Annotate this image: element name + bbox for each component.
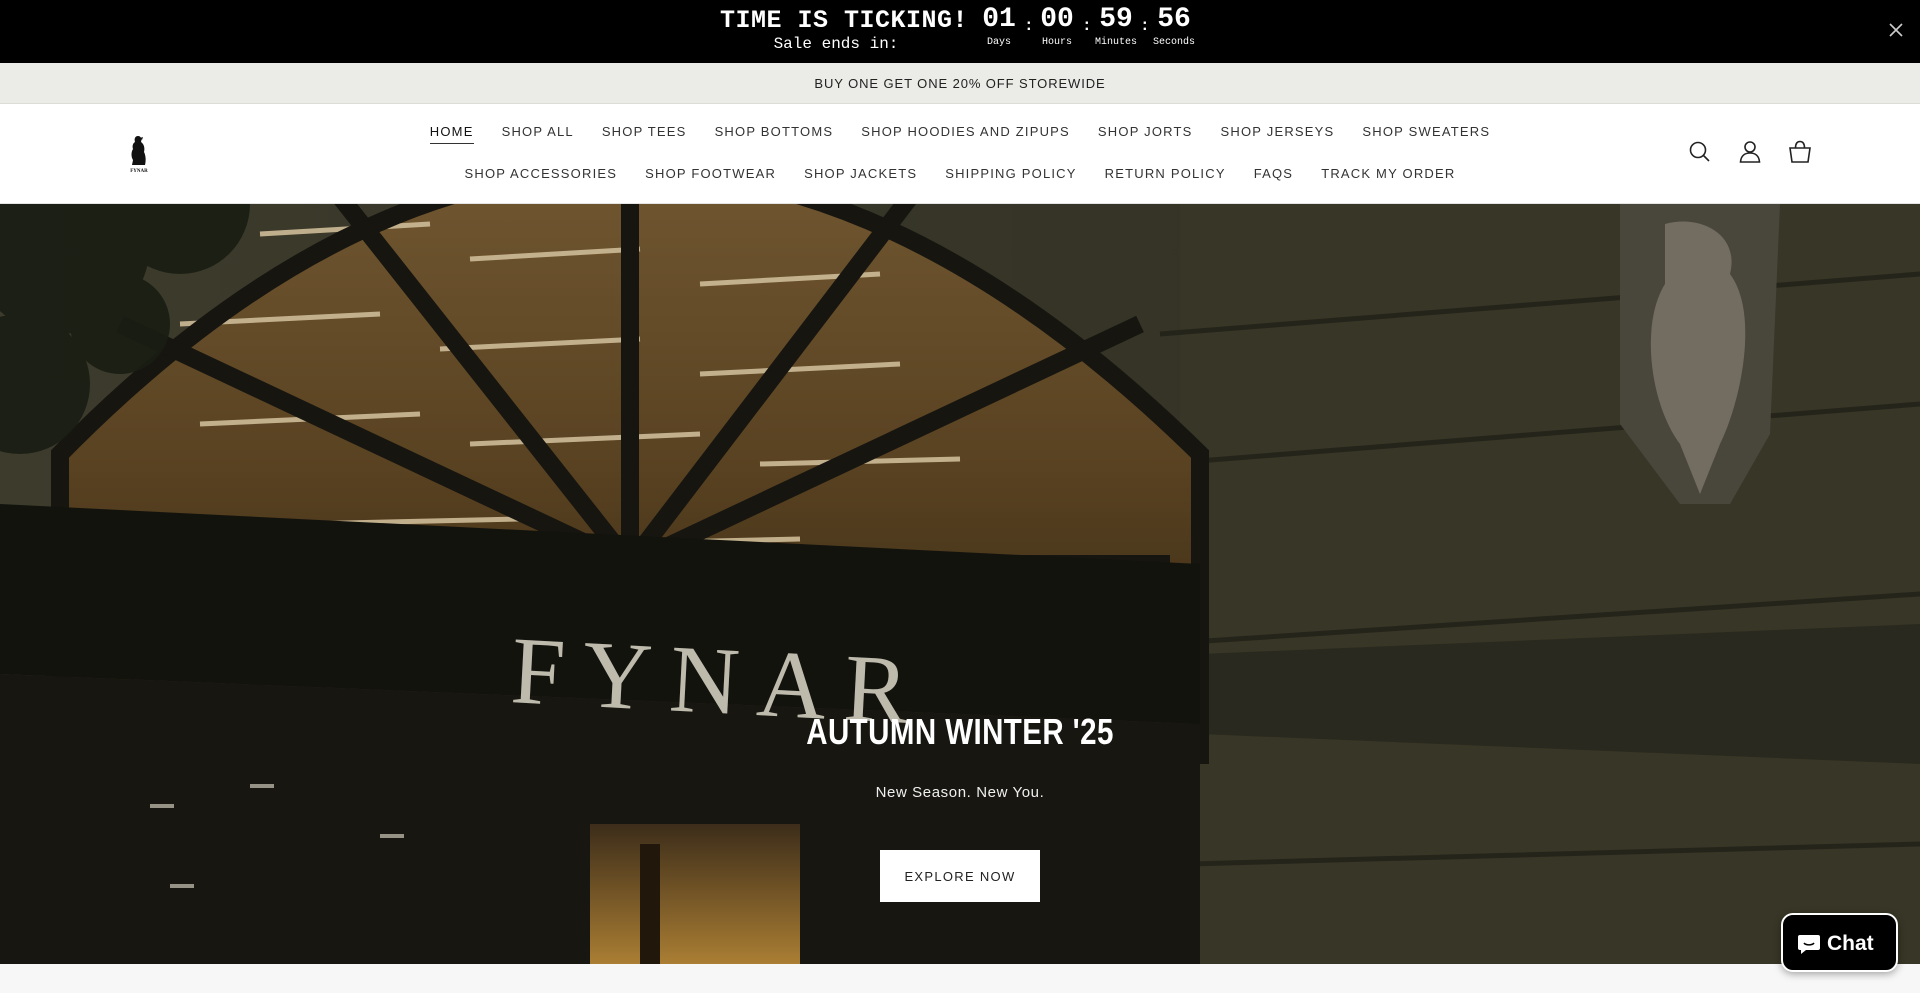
explore-now-button[interactable]: EXPLORE NOW — [880, 850, 1040, 902]
nav-return-policy[interactable]: RETURN POLICY — [1105, 166, 1226, 185]
announcement-text: BUY ONE GET ONE 20% OFF STOREWIDE — [814, 76, 1106, 91]
nav-faqs[interactable]: FAQS — [1254, 166, 1293, 185]
announcement-bar: BUY ONE GET ONE 20% OFF STOREWIDE — [0, 63, 1920, 104]
hero-title: AUTUMN WINTER '25 — [806, 711, 1114, 752]
countdown-hours: 00 Hours — [1029, 3, 1085, 49]
nav-shop-bottoms[interactable]: SHOP BOTTOMS — [715, 124, 834, 143]
countdown-hours-label: Hours — [1041, 37, 1072, 48]
nav-shop-jerseys[interactable]: SHOP JERSEYS — [1221, 124, 1335, 143]
next-section-edge — [0, 964, 1920, 993]
chat-button[interactable]: Chat — [1781, 913, 1898, 972]
countdown-days-label: Days — [986, 37, 1011, 48]
nav-shop-sweaters[interactable]: SHOP SWEATERS — [1362, 124, 1490, 143]
nav-home[interactable]: HOME — [429, 124, 474, 144]
nav-shop-footwear[interactable]: SHOP FOOTWEAR — [645, 166, 776, 185]
primary-nav-row-1: HOME SHOP ALL SHOP TEES SHOP BOTTOMS SHOP HO… — [0, 123, 1920, 144]
countdown-seconds: 56 Seconds — [1146, 3, 1202, 49]
countdown-seconds-label: Seconds — [1152, 37, 1195, 48]
nav-shop-all[interactable]: SHOP ALL — [502, 124, 574, 143]
chat-bubble-icon — [1798, 935, 1820, 954]
countdown-days-value: 01 — [982, 4, 1016, 35]
hero-banner: FYNAR AUTUMN WINTER '25 New Season. New … — [0, 204, 1920, 964]
countdown-days: 01 Days — [971, 3, 1027, 49]
countdown-hours-value: 00 — [1040, 4, 1074, 35]
countdown-minutes: 59 Minutes — [1088, 3, 1144, 49]
countdown-minutes-value: 59 — [1099, 4, 1133, 35]
nav-track-my-order[interactable]: TRACK MY ORDER — [1321, 166, 1455, 185]
close-icon[interactable] — [1884, 18, 1908, 42]
nav-shop-accessories[interactable]: SHOP ACCESSORIES — [465, 166, 618, 185]
site-header: FYNAR HOME SHOP ALL SHOP TEES SHOP BOTTOMS S… — [0, 104, 1920, 204]
chat-label: Chat — [1827, 932, 1874, 955]
nav-shop-hoodies-and-zipups[interactable]: SHOP HOODIES AND ZIPUPS — [861, 124, 1070, 143]
account-icon[interactable] — [1736, 138, 1764, 166]
hero-subtitle: New Season. New You. — [875, 784, 1045, 801]
cart-icon[interactable] — [1786, 138, 1814, 166]
primary-nav-row-2: SHOP ACCESSORIES SHOP FOOTWEAR SHOP JACKET… — [0, 165, 1920, 185]
nav-shop-jorts[interactable]: SHOP JORTS — [1098, 124, 1193, 143]
countdown-seconds-value: 56 — [1157, 4, 1191, 35]
nav-shop-jackets[interactable]: SHOP JACKETS — [804, 166, 917, 185]
nav-shop-tees[interactable]: SHOP TEES — [602, 124, 687, 143]
countdown-title: TIME IS TICKING! — [720, 6, 969, 35]
nav-shipping-policy[interactable]: SHIPPING POLICY — [945, 166, 1076, 185]
search-icon[interactable] — [1686, 138, 1714, 166]
countdown-subtitle: Sale ends in: — [773, 35, 899, 53]
countdown-bar: TIME IS TICKING! Sale ends in: 01 Days :… — [0, 0, 1920, 63]
countdown-minutes-label: Minutes — [1094, 37, 1137, 48]
